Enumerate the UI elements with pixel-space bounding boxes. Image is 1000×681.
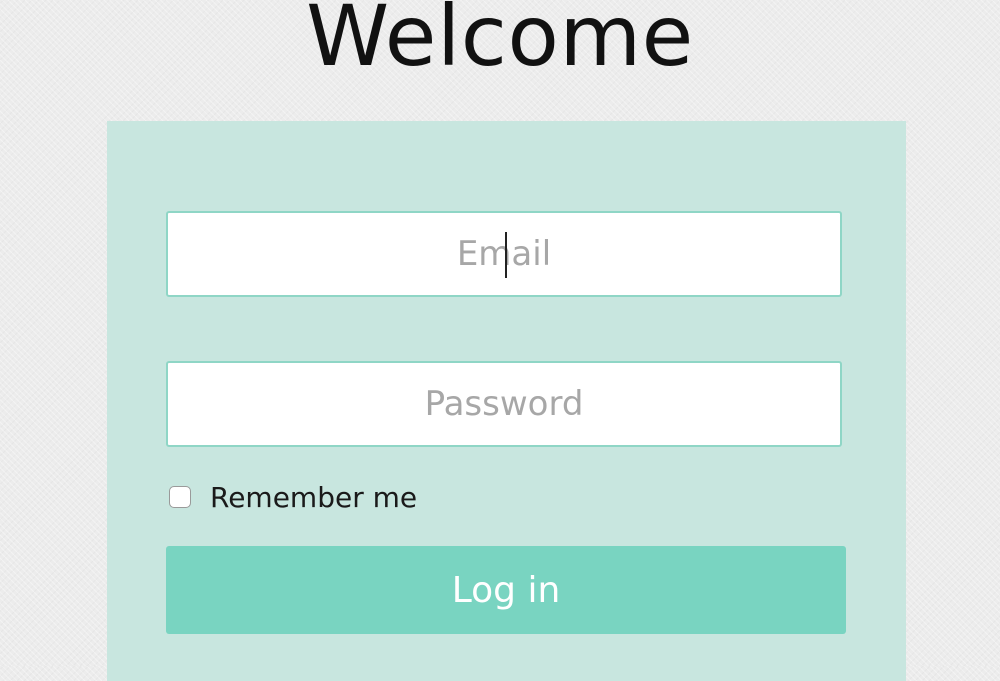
email-field[interactable]	[166, 211, 842, 297]
remember-me-row[interactable]: Remember me	[169, 479, 417, 515]
password-field[interactable]	[166, 361, 842, 447]
remember-me-checkbox[interactable]	[169, 486, 191, 508]
page-title: Welcome	[306, 0, 694, 85]
login-panel: Remember me Log in	[107, 121, 906, 681]
remember-me-label[interactable]: Remember me	[210, 481, 417, 514]
login-button[interactable]: Log in	[166, 546, 846, 634]
text-cursor	[505, 232, 507, 278]
